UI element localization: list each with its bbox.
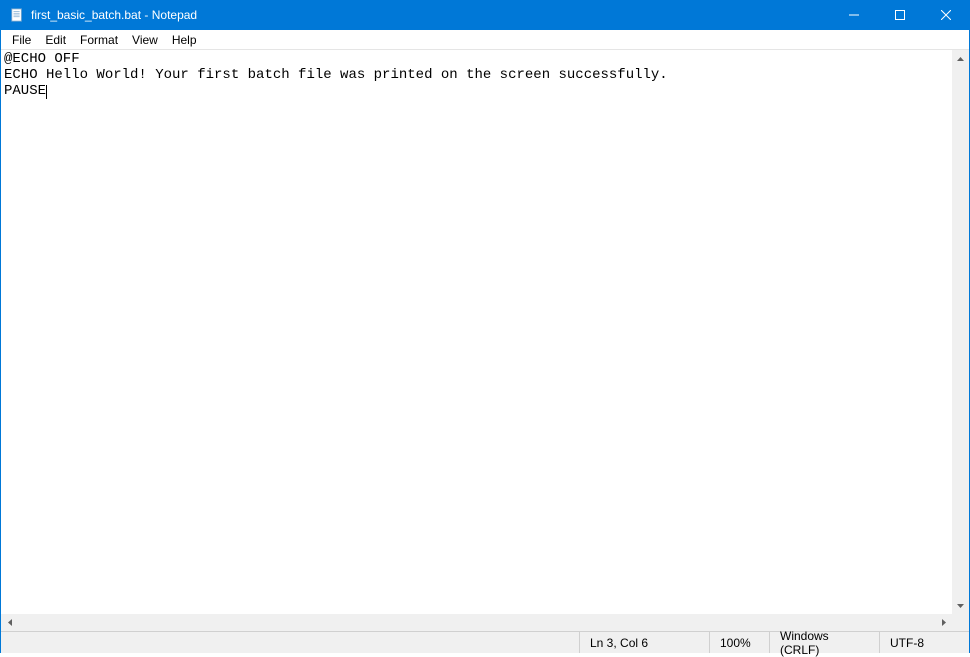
vertical-scrollbar[interactable]: [952, 50, 969, 614]
status-encoding: UTF-8: [879, 632, 969, 653]
statusbar: Ln 3, Col 6 100% Windows (CRLF) UTF-8: [1, 631, 969, 653]
menu-view[interactable]: View: [125, 31, 165, 49]
window-title: first_basic_batch.bat - Notepad: [31, 8, 831, 22]
editor-area: @ECHO OFF ECHO Hello World! Your first b…: [1, 50, 969, 631]
maximize-button[interactable]: [877, 0, 923, 30]
scroll-left-icon[interactable]: [1, 614, 18, 631]
window-controls: [831, 0, 969, 30]
scroll-up-icon[interactable]: [952, 50, 969, 67]
status-zoom: 100%: [709, 632, 769, 653]
editor-line: ECHO Hello World! Your first batch file …: [4, 67, 668, 83]
notepad-icon: [9, 7, 25, 23]
status-line-ending: Windows (CRLF): [769, 632, 879, 653]
scroll-down-icon[interactable]: [952, 597, 969, 614]
menu-help[interactable]: Help: [165, 31, 204, 49]
text-editor[interactable]: @ECHO OFF ECHO Hello World! Your first b…: [1, 50, 952, 614]
editor-line: PAUSE: [4, 83, 46, 99]
scroll-corner: [952, 614, 969, 631]
scroll-right-icon[interactable]: [935, 614, 952, 631]
status-cursor-position: Ln 3, Col 6: [579, 632, 709, 653]
editor-line: @ECHO OFF: [4, 51, 80, 67]
menu-format[interactable]: Format: [73, 31, 125, 49]
horizontal-scroll-track[interactable]: [18, 614, 935, 631]
horizontal-scrollbar[interactable]: [1, 614, 952, 631]
vertical-scroll-track[interactable]: [952, 67, 969, 597]
minimize-button[interactable]: [831, 0, 877, 30]
menu-edit[interactable]: Edit: [38, 31, 73, 49]
text-caret: [46, 85, 47, 99]
menu-file[interactable]: File: [5, 31, 38, 49]
titlebar[interactable]: first_basic_batch.bat - Notepad: [1, 0, 969, 30]
close-button[interactable]: [923, 0, 969, 30]
menubar: File Edit Format View Help: [1, 30, 969, 50]
